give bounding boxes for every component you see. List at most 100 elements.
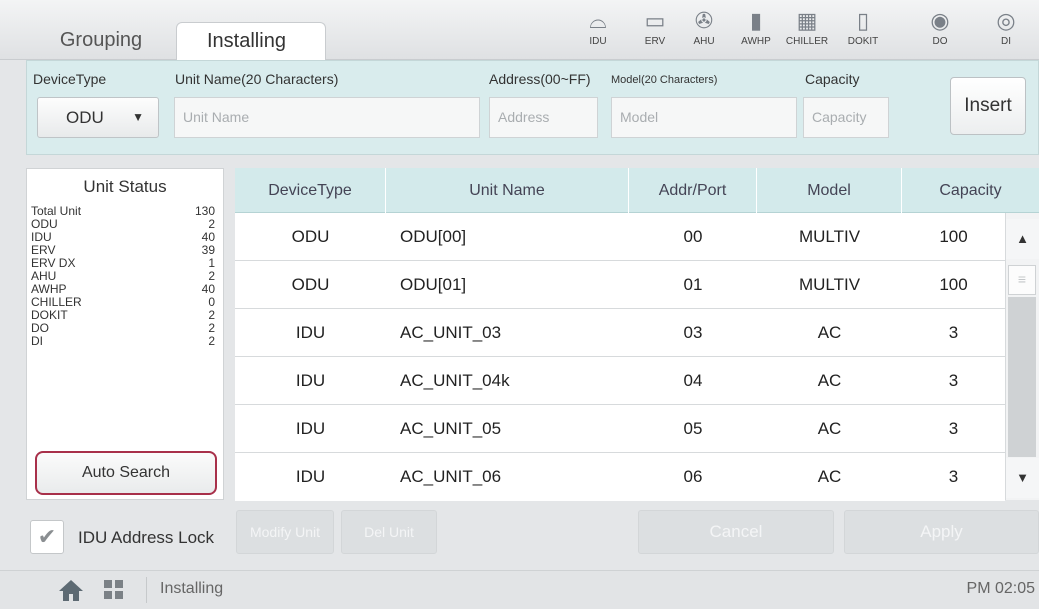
unit-entry-form: DeviceType ODU ▼ Unit Name(20 Characters… bbox=[26, 60, 1039, 155]
awhp-icon: ▮ bbox=[749, 8, 763, 33]
di-filter-button[interactable]: ◎ DI bbox=[981, 6, 1031, 56]
cell-model: AC bbox=[817, 467, 842, 486]
cell-device-type: IDU bbox=[295, 467, 326, 486]
home-icon[interactable] bbox=[58, 578, 84, 602]
table-row[interactable]: IDU AC_UNIT_06 06 AC 3 bbox=[235, 453, 1005, 501]
chiller-filter-button[interactable]: ▦ CHILLER bbox=[782, 6, 832, 56]
ahu-filter-button[interactable]: ✇ AHU bbox=[679, 6, 729, 56]
erv-filter-button[interactable]: ▭ ERV bbox=[630, 6, 680, 56]
awhp-filter-label: AWHP bbox=[741, 36, 771, 47]
status-row-odu: ODU 2 bbox=[31, 217, 215, 231]
col-header-device-type[interactable]: DeviceType bbox=[235, 168, 386, 213]
cell-capacity: 100 bbox=[939, 275, 968, 294]
cell-model: AC bbox=[817, 419, 842, 438]
cell-capacity: 3 bbox=[948, 419, 959, 438]
cell-device-type: ODU bbox=[291, 275, 330, 294]
top-tab-bar: Grouping Installing ⌓ IDU ▭ ERV ✇ AHU ▮ … bbox=[0, 0, 1039, 60]
scroll-down-arrow-icon[interactable]: ▼ bbox=[1006, 458, 1039, 498]
footer-divider bbox=[146, 577, 147, 603]
unit-status-title: Unit Status bbox=[83, 177, 167, 196]
address-input[interactable]: Address bbox=[489, 97, 598, 138]
cell-unit-name: AC_UNIT_05 bbox=[400, 419, 502, 438]
table-row[interactable]: ODU ODU[00] 00 MULTIV 100 bbox=[235, 213, 1005, 261]
auto-search-button[interactable]: Auto Search bbox=[35, 451, 217, 495]
cancel-button[interactable]: Cancel bbox=[638, 510, 834, 554]
table-header: DeviceType Unit Name Addr/Port Model Cap… bbox=[235, 168, 1039, 213]
di-filter-label: DI bbox=[1001, 36, 1011, 47]
model-label: Model(20 Characters) bbox=[611, 74, 718, 86]
cell-capacity: 3 bbox=[948, 323, 959, 342]
scroll-thumb[interactable]: ≡ bbox=[1008, 265, 1036, 295]
ahu-icon: ✇ bbox=[694, 8, 714, 33]
col-header-model[interactable]: Model bbox=[757, 168, 902, 213]
insert-button[interactable]: Insert bbox=[950, 77, 1026, 135]
scroll-up-arrow-icon[interactable]: ▲ bbox=[1006, 219, 1039, 259]
cell-model: AC bbox=[817, 371, 842, 390]
menu-grid-icon[interactable] bbox=[104, 580, 124, 600]
cell-capacity: 3 bbox=[948, 371, 959, 390]
col-header-capacity[interactable]: Capacity bbox=[902, 168, 1039, 213]
capacity-input[interactable]: Capacity bbox=[803, 97, 889, 138]
status-row-di: DI 2 bbox=[31, 334, 215, 348]
tab-installing[interactable]: Installing bbox=[176, 22, 326, 60]
action-bar: ✔ IDU Address Lock Modify Unit Del Unit … bbox=[26, 510, 1039, 562]
bottom-status-bar: Installing PM 02:05 bbox=[0, 570, 1039, 609]
status-row-erv-dx: ERV DX 1 bbox=[31, 256, 215, 270]
do-icon: ◉ bbox=[930, 8, 950, 33]
unit-name-label: Unit Name(20 Characters) bbox=[175, 71, 339, 87]
unit-table: DeviceType Unit Name Addr/Port Model Cap… bbox=[235, 168, 1039, 501]
cell-unit-name: AC_UNIT_04k bbox=[400, 371, 510, 390]
chiller-filter-label: CHILLER bbox=[785, 36, 829, 47]
model-input[interactable]: Model bbox=[611, 97, 797, 138]
dokit-icon: ▯ bbox=[856, 8, 870, 33]
scroll-track[interactable] bbox=[1008, 297, 1036, 457]
col-header-unit-name[interactable]: Unit Name bbox=[386, 168, 629, 213]
cell-addr: 06 bbox=[683, 467, 703, 486]
table-scrollbar[interactable]: ▲ ≡ ▼ bbox=[1005, 213, 1039, 500]
erv-icon: ▭ bbox=[644, 8, 666, 33]
do-filter-button[interactable]: ◉ DO bbox=[915, 6, 965, 56]
cell-unit-name: ODU[01] bbox=[400, 275, 467, 294]
cell-device-type: ODU bbox=[291, 227, 330, 246]
device-type-dropdown[interactable]: ODU ▼ bbox=[37, 97, 159, 138]
apply-button[interactable]: Apply bbox=[844, 510, 1039, 554]
idu-filter-label: IDU bbox=[589, 36, 607, 47]
di-icon: ◎ bbox=[996, 8, 1016, 33]
do-filter-label: DO bbox=[932, 36, 948, 47]
delete-unit-button[interactable]: Del Unit bbox=[341, 510, 437, 554]
col-header-addr-port[interactable]: Addr/Port bbox=[629, 168, 757, 213]
modify-unit-button[interactable]: Modify Unit bbox=[236, 510, 334, 554]
idu-address-lock-checkbox[interactable]: ✔ bbox=[30, 520, 64, 554]
chiller-icon: ▦ bbox=[796, 8, 818, 33]
unit-name-input[interactable]: Unit Name bbox=[174, 97, 480, 138]
cell-addr: 04 bbox=[683, 371, 703, 390]
cell-device-type: IDU bbox=[295, 371, 326, 390]
idu-address-lock-label: IDU Address Lock bbox=[78, 528, 215, 547]
address-label: Address(00~FF) bbox=[489, 71, 591, 87]
table-row[interactable]: IDU AC_UNIT_03 03 AC 3 bbox=[235, 309, 1005, 357]
table-row[interactable]: IDU AC_UNIT_05 05 AC 3 bbox=[235, 405, 1005, 453]
cell-model: MULTIV bbox=[798, 227, 861, 246]
cell-addr: 00 bbox=[683, 227, 703, 246]
dokit-filter-label: DOKIT bbox=[847, 36, 879, 47]
clock-display: PM 02:05 bbox=[966, 580, 1035, 597]
status-row-do: DO 2 bbox=[31, 321, 215, 335]
device-type-value: ODU bbox=[66, 108, 104, 127]
unit-status-panel: Unit Status Total Unit 130 ODU 2 IDU 40 ERV… bbox=[26, 168, 224, 500]
table-row[interactable]: IDU AC_UNIT_04k 04 AC 3 bbox=[235, 357, 1005, 405]
idu-icon: ⌓ bbox=[589, 8, 607, 33]
device-type-label: DeviceType bbox=[33, 71, 107, 87]
checkmark-icon: ✔ bbox=[37, 524, 57, 549]
cell-addr: 05 bbox=[683, 419, 703, 438]
status-row-idu: IDU 40 bbox=[31, 230, 215, 244]
tab-grouping[interactable]: Grouping bbox=[26, 22, 176, 60]
cell-unit-name: AC_UNIT_06 bbox=[400, 467, 502, 486]
cell-device-type: IDU bbox=[295, 323, 326, 342]
dokit-filter-button[interactable]: ▯ DOKIT bbox=[838, 6, 888, 56]
capacity-label: Capacity bbox=[805, 71, 860, 87]
table-row[interactable]: ODU ODU[01] 01 MULTIV 100 bbox=[235, 261, 1005, 309]
awhp-filter-button[interactable]: ▮ AWHP bbox=[731, 6, 781, 56]
cell-model: AC bbox=[817, 323, 842, 342]
idu-filter-button[interactable]: ⌓ IDU bbox=[573, 6, 623, 56]
cell-model: MULTIV bbox=[798, 275, 861, 294]
